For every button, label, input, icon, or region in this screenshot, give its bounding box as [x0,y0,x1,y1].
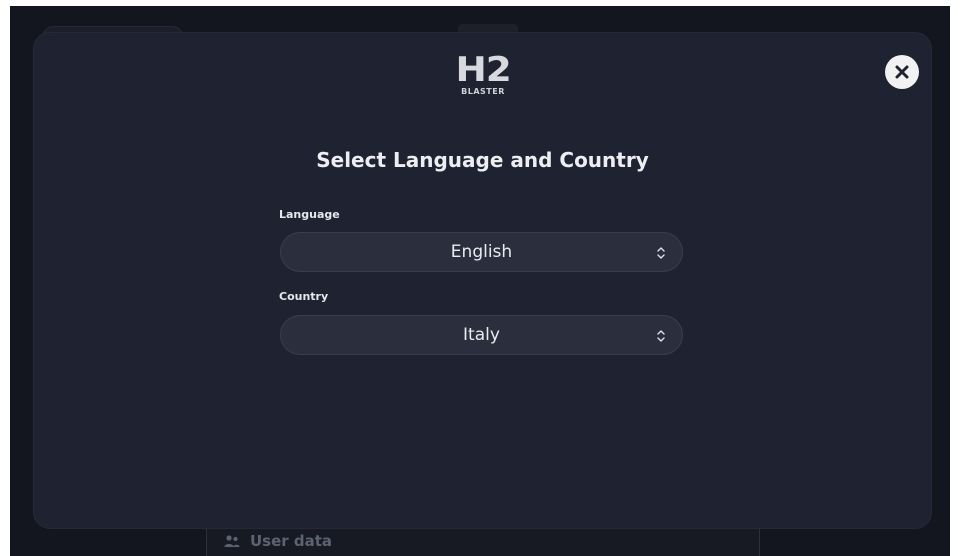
country-label: Country [279,290,329,303]
language-country-modal: H2 BLASTER Select Language and Country L… [34,33,931,528]
logo-main-text: H2 [455,50,511,90]
language-label: Language [279,208,340,221]
chevron-up-down-icon [657,330,665,342]
users-icon [224,535,240,547]
close-icon [895,65,909,79]
chevron-up-down-icon [657,247,665,259]
language-select[interactable]: English [280,232,683,272]
close-button[interactable] [885,55,919,89]
modal-title: Select Language and Country [316,148,649,172]
language-select-value: English [450,242,513,262]
background-user-data: User data [224,532,332,550]
country-select[interactable]: Italy [280,315,683,355]
user-data-label: User data [250,532,333,550]
h2-blaster-logo: H2 BLASTER [450,53,516,115]
country-select-value: Italy [463,325,500,345]
